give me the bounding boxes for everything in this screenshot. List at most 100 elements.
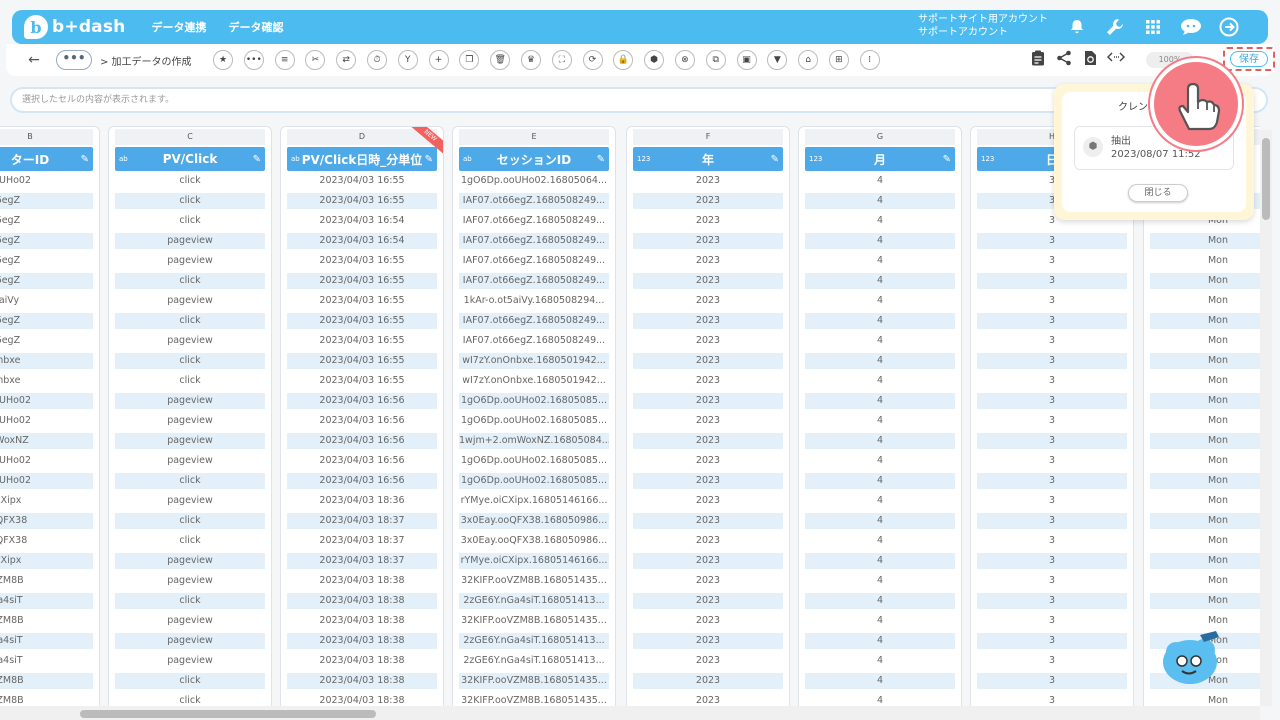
table-cell[interactable]: 4 (805, 193, 955, 209)
table-cell[interactable]: click (115, 513, 265, 529)
horizontal-scroll-thumb[interactable] (80, 710, 376, 718)
table-cell[interactable]: Mon (1150, 513, 1260, 529)
table-cell[interactable]: Mon (1150, 233, 1260, 249)
table-cell[interactable]: P.ooVZM8B (0, 613, 93, 629)
table-cell[interactable]: 2023/04/03 18:37 (287, 533, 437, 549)
table-cell[interactable]: rYMye.oiCXipx.16805146166... (459, 553, 609, 569)
table-cell[interactable]: 2023 (633, 473, 783, 489)
table-cell[interactable]: 3 (977, 453, 1127, 469)
table-cell[interactable]: 3 (977, 333, 1127, 349)
table-cell[interactable]: 2zGE6Y.nGa4siT.168051413... (459, 653, 609, 669)
table-cell[interactable]: 7.ot66egZ (0, 233, 93, 249)
table-cell[interactable]: Mon (1150, 393, 1260, 409)
refresh-icon[interactable]: ⟳ (582, 50, 603, 70)
table-cell[interactable]: 2023/04/03 16:55 (287, 253, 437, 269)
table-cell[interactable]: 2023/04/03 16:55 (287, 353, 437, 369)
table-cell[interactable]: pageview (115, 253, 265, 269)
table-cell[interactable]: 3 (977, 553, 1127, 569)
favorite-icon[interactable]: ★ (213, 50, 233, 70)
table-cell[interactable]: 32KIFP.ooVZM8B.168051435... (459, 573, 609, 589)
sync-icon[interactable] (1080, 50, 1100, 70)
table-cell[interactable]: Mon (1150, 293, 1260, 309)
table-cell[interactable]: 2023/04/03 18:38 (287, 693, 437, 706)
table-cell[interactable]: 3 (977, 473, 1127, 489)
edit-pencil-icon[interactable]: ✎ (425, 154, 433, 165)
table-cell[interactable]: Mon (1150, 473, 1260, 489)
column-header[interactable]: ab PV/Click日時_分単位 ✎ (287, 147, 437, 171)
table-cell[interactable]: 3 (977, 253, 1127, 269)
table-cell[interactable]: pageview (115, 633, 265, 649)
table-cell[interactable]: Dp.ooUHo02 (0, 473, 93, 489)
copy-icon[interactable]: ❐ (459, 50, 480, 70)
table-cell[interactable]: IAF07.ot66egZ.1680508249... (459, 313, 609, 329)
table-cell[interactable]: 2023/04/03 18:38 (287, 653, 437, 669)
table-cell[interactable]: pageview (115, 573, 265, 589)
table-cell[interactable]: click (115, 693, 265, 706)
swap-icon[interactable]: ⇄ (336, 50, 357, 70)
table-cell[interactable]: Mon (1150, 313, 1260, 329)
table-cell[interactable]: click (115, 193, 265, 209)
table-cell[interactable]: 7.ot66egZ (0, 193, 93, 209)
table-cell[interactable]: 2023/04/03 18:38 (287, 593, 437, 609)
table-cell[interactable]: 4 (805, 273, 955, 289)
wrench-icon[interactable] (1100, 10, 1130, 44)
table-cell[interactable]: 2023/04/03 18:37 (287, 513, 437, 529)
table-cell[interactable]: 3 (977, 533, 1127, 549)
breadcrumb-more-button[interactable]: ••• (56, 50, 92, 70)
edit-pencil-icon[interactable]: ✎ (253, 154, 261, 165)
bell-icon[interactable] (1062, 10, 1092, 44)
table-cell[interactable]: ay.ooQFX38 (0, 533, 93, 549)
table-cell[interactable]: IAF07.ot66egZ.1680508249... (459, 193, 609, 209)
table-cell[interactable]: Y.onOnbxe (0, 353, 93, 369)
nav-data-check[interactable]: データ確認 (228, 19, 283, 35)
table-cell[interactable]: 2023/04/03 18:38 (287, 573, 437, 589)
table-cell[interactable]: click (115, 213, 265, 229)
table-cell[interactable]: pageview (115, 333, 265, 349)
code-icon[interactable] (1106, 50, 1126, 70)
table-cell[interactable]: Mon (1150, 613, 1260, 629)
table-cell[interactable]: 4 (805, 673, 955, 689)
column-letter[interactable]: E (459, 129, 609, 145)
table-cell[interactable]: 3x0Eay.ooQFX38.168050986... (459, 513, 609, 529)
filter-icon[interactable]: ▼ (767, 50, 788, 70)
table-cell[interactable]: 2023 (633, 533, 783, 549)
table-cell[interactable]: Mon (1150, 593, 1260, 609)
edit-pencil-icon[interactable]: ✎ (771, 154, 779, 165)
table-cell[interactable]: 3 (977, 573, 1127, 589)
table-cell[interactable]: 4 (805, 593, 955, 609)
table-cell[interactable]: 2023 (633, 673, 783, 689)
table-cell[interactable]: pageview (115, 553, 265, 569)
table-cell[interactable]: 1gO6Dp.ooUHo02.16805064... (459, 173, 609, 189)
table-cell[interactable]: ye.oiCXipx (0, 553, 93, 569)
table-cell[interactable]: 2023 (633, 613, 783, 629)
table-cell[interactable]: 2023/04/03 16:55 (287, 313, 437, 329)
table-cell[interactable]: 2023/04/03 16:54 (287, 213, 437, 229)
table-cell[interactable]: Dp.ooUHo02 (0, 413, 93, 429)
table-cell[interactable]: 32KIFP.ooVZM8B.168051435... (459, 673, 609, 689)
table-cell[interactable]: IAF07.ot66egZ.1680508249... (459, 253, 609, 269)
lock-icon[interactable]: 🔒 (613, 50, 634, 70)
merge-icon[interactable]: ⧉ (705, 50, 726, 70)
table-cell[interactable]: 2023/04/03 16:54 (287, 233, 437, 249)
table-cell[interactable]: 1wjm+2.omWoxNZ.16805084... (459, 433, 609, 449)
table-cell[interactable]: click (115, 273, 265, 289)
nav-data-link[interactable]: データ連携 (151, 19, 206, 35)
table-cell[interactable]: 2023/04/03 16:55 (287, 333, 437, 349)
table-cell[interactable]: pageview (115, 493, 265, 509)
table-cell[interactable]: 7.ot66egZ (0, 273, 93, 289)
table-cell[interactable]: 4 (805, 213, 955, 229)
table-cell[interactable]: click (115, 373, 265, 389)
table-cell[interactable]: Mon (1150, 353, 1260, 369)
table-cell[interactable]: 1gO6Dp.ooUHo02.16805085... (459, 393, 609, 409)
table-cell[interactable]: 4 (805, 433, 955, 449)
vertical-scrollbar[interactable] (1260, 130, 1272, 706)
table-cell[interactable]: Mon (1150, 253, 1260, 269)
table-cell[interactable]: 2023 (633, 273, 783, 289)
table-cell[interactable]: 2023 (633, 493, 783, 509)
table-cell[interactable]: 4 (805, 333, 955, 349)
edit-pencil-icon[interactable]: ✎ (943, 154, 951, 165)
table-cell[interactable]: IAF07.ot66egZ.1680508249... (459, 213, 609, 229)
table-cell[interactable]: 3 (977, 633, 1127, 649)
table-cell[interactable]: 2023/04/03 18:38 (287, 673, 437, 689)
column-letter[interactable]: B (0, 129, 93, 145)
